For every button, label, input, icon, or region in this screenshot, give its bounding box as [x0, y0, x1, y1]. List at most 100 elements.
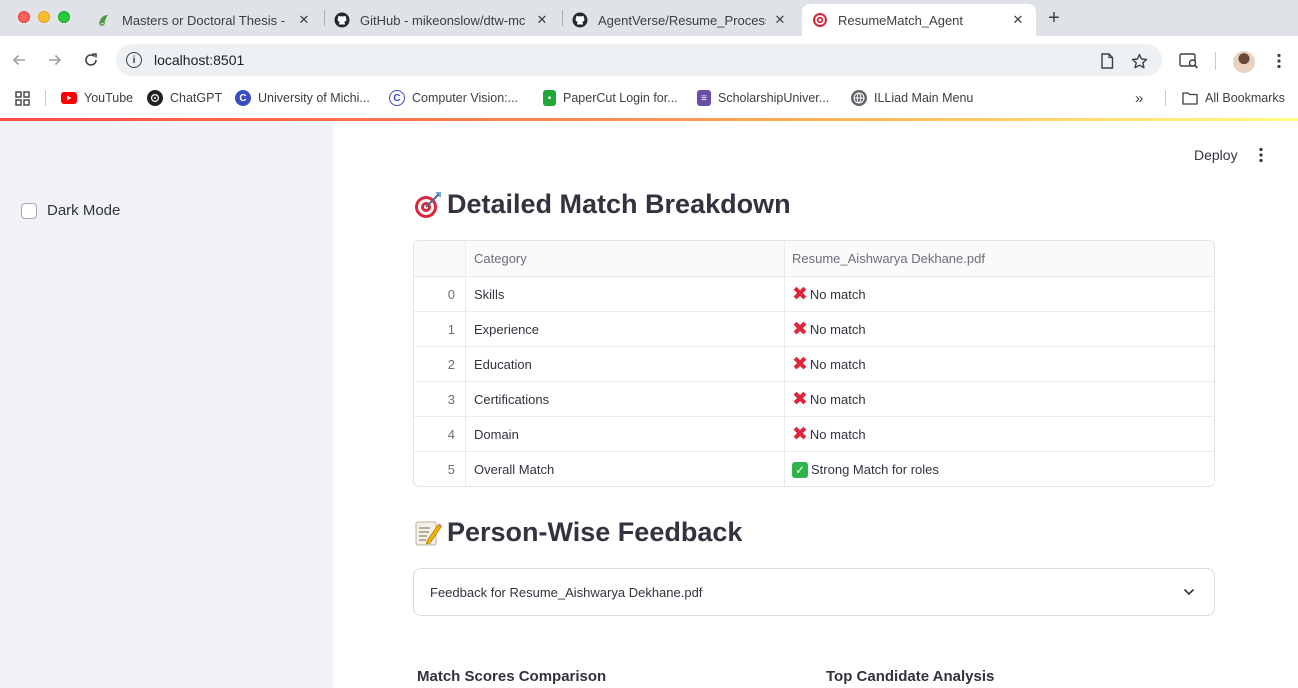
- window-zoom-button[interactable]: [58, 11, 70, 23]
- row-index: 2: [447, 357, 455, 372]
- all-bookmarks-label: All Bookmarks: [1205, 91, 1285, 105]
- umich-icon: C: [235, 90, 251, 106]
- row-category: Domain: [465, 417, 784, 452]
- address-bar[interactable]: i localhost:8501: [116, 44, 1162, 76]
- bookmark-label: ILLiad Main Menu: [874, 91, 974, 105]
- tab-search-icon[interactable]: [1178, 50, 1200, 72]
- tab-title: Masters or Doctoral Thesis -: [122, 12, 286, 28]
- row-index: 0: [447, 287, 455, 302]
- forward-button[interactable]: [45, 50, 65, 70]
- result-text: Strong Match for roles: [811, 462, 939, 477]
- openai-icon: [147, 90, 163, 106]
- bookmark-umich[interactable]: C University of Michi...: [235, 89, 370, 107]
- cv-icon: C: [389, 90, 405, 106]
- breakdown-title: Detailed Match Breakdown: [447, 189, 791, 219]
- memo-pencil-icon: [413, 518, 443, 548]
- feedback-heading: Person-Wise Feedback: [413, 517, 742, 548]
- cross-mark-icon: ✖: [792, 389, 808, 410]
- browser-tab-strip: Masters or Doctoral Thesis - ✕ GitHub - …: [0, 0, 1298, 36]
- browser-toolbar: i localhost:8501: [0, 36, 1298, 84]
- row-category: Certifications: [465, 382, 784, 417]
- bookmark-computer-vision[interactable]: C Computer Vision:...: [389, 89, 518, 107]
- cross-mark-icon: ✖: [792, 319, 808, 340]
- reload-button[interactable]: [81, 50, 101, 70]
- chevron-down-icon[interactable]: [1180, 583, 1198, 601]
- table-row[interactable]: 0 Skills ✖ No match: [414, 276, 1214, 312]
- row-index: 5: [447, 462, 455, 477]
- bookmarks-overflow-chevron-icon[interactable]: »: [1135, 89, 1143, 107]
- cross-mark-icon: ✖: [792, 424, 808, 445]
- row-result: ✖ No match: [784, 312, 1214, 347]
- all-bookmarks-button[interactable]: All Bookmarks: [1182, 89, 1285, 107]
- bookmark-label: ChatGPT: [170, 91, 223, 105]
- new-tab-button[interactable]: +: [1044, 8, 1064, 28]
- row-result: ✓ Strong Match for roles: [784, 452, 1214, 486]
- deploy-button[interactable]: Deploy: [1194, 147, 1238, 163]
- expander-label[interactable]: Feedback for Resume_Aishwarya Dekhane.pd…: [430, 585, 702, 600]
- feedback-expander[interactable]: Feedback for Resume_Aishwarya Dekhane.pd…: [413, 568, 1215, 616]
- github-icon: [334, 12, 350, 28]
- result-text: No match: [809, 287, 866, 302]
- table-header-category[interactable]: Category: [465, 241, 784, 276]
- window-minimize-button[interactable]: [38, 11, 50, 23]
- bookmarks-divider: [1165, 90, 1166, 106]
- site-info-icon[interactable]: i: [126, 52, 142, 68]
- bookmark-star-icon[interactable]: [1130, 52, 1148, 70]
- bookmark-illiad[interactable]: ILLiad Main Menu: [851, 89, 973, 107]
- table-row[interactable]: 3 Certifications ✖ No match: [414, 381, 1214, 417]
- profile-avatar[interactable]: [1233, 51, 1255, 73]
- browser-tab-resumematch[interactable]: ResumeMatch_Agent ✕: [802, 4, 1036, 36]
- top-candidate-heading: Top Candidate Analysis: [826, 668, 995, 685]
- row-index: 3: [447, 392, 455, 407]
- youtube-icon: [61, 92, 77, 104]
- tab-title: AgentVerse/Resume_Process: [598, 12, 766, 28]
- table-row[interactable]: 1 Experience ✖ No match: [414, 311, 1214, 347]
- table-header-index: [414, 241, 465, 276]
- bookmark-label: ScholarshipUniver...: [718, 91, 830, 105]
- tab-title: ResumeMatch_Agent: [838, 12, 964, 28]
- row-index: 4: [447, 427, 455, 442]
- direct-hit-target-icon: [413, 190, 443, 220]
- bookmark-chatgpt[interactable]: ChatGPT: [147, 89, 222, 107]
- close-icon[interactable]: ✕: [534, 12, 550, 28]
- main-content: Deploy Detailed Match Breakdown Category…: [333, 121, 1298, 688]
- table-header-row: Category Resume_Aishwarya Dekhane.pdf: [414, 241, 1214, 276]
- table-row[interactable]: 2 Education ✖ No match: [414, 346, 1214, 382]
- url-text[interactable]: localhost:8501: [154, 52, 244, 68]
- bookmark-label: PaperCut Login for...: [563, 91, 678, 105]
- bookmarks-divider: [45, 90, 46, 106]
- browser-tab-thesis[interactable]: Masters or Doctoral Thesis - ✕: [86, 4, 322, 36]
- page-icon[interactable]: [1098, 52, 1116, 70]
- row-result: ✖ No match: [784, 347, 1214, 382]
- browser-menu-icon[interactable]: [1268, 50, 1290, 72]
- browser-tab-github-dtw[interactable]: GitHub - mikeonslow/dtw-mc ✕: [324, 4, 560, 36]
- row-category: Overall Match: [465, 452, 784, 486]
- window-close-button[interactable]: [18, 11, 30, 23]
- result-text: No match: [809, 427, 866, 442]
- main-menu-icon[interactable]: [1251, 145, 1271, 165]
- table-header-resume[interactable]: Resume_Aishwarya Dekhane.pdf: [784, 241, 1214, 276]
- dark-mode-checkbox[interactable]: [21, 203, 37, 219]
- scholarship-icon: ≡: [697, 90, 711, 106]
- row-category: Skills: [465, 277, 784, 312]
- close-icon[interactable]: ✕: [296, 12, 312, 28]
- back-button[interactable]: [9, 50, 29, 70]
- breakdown-heading: Detailed Match Breakdown: [413, 189, 791, 220]
- row-category: Education: [465, 347, 784, 382]
- browser-tab-agentverse[interactable]: AgentVerse/Resume_Process ✕: [562, 4, 798, 36]
- row-category: Experience: [465, 312, 784, 347]
- bookmark-papercut[interactable]: ▪ PaperCut Login for...: [543, 89, 678, 107]
- streamlit-target-icon: [812, 12, 828, 28]
- row-result: ✖ No match: [784, 382, 1214, 417]
- row-result: ✖ No match: [784, 417, 1214, 452]
- apps-grid-icon[interactable]: [15, 89, 30, 107]
- row-index: 1: [447, 322, 455, 337]
- dark-mode-label[interactable]: Dark Mode: [47, 202, 120, 219]
- close-icon[interactable]: ✕: [772, 12, 788, 28]
- match-breakdown-table[interactable]: Category Resume_Aishwarya Dekhane.pdf 0 …: [413, 240, 1215, 487]
- close-icon[interactable]: ✕: [1010, 12, 1026, 28]
- bookmark-scholarship[interactable]: ≡ ScholarshipUniver...: [697, 89, 829, 107]
- table-row[interactable]: 5 Overall Match ✓ Strong Match for roles: [414, 451, 1214, 486]
- table-row[interactable]: 4 Domain ✖ No match: [414, 416, 1214, 452]
- bookmark-youtube[interactable]: YouTube: [61, 89, 133, 107]
